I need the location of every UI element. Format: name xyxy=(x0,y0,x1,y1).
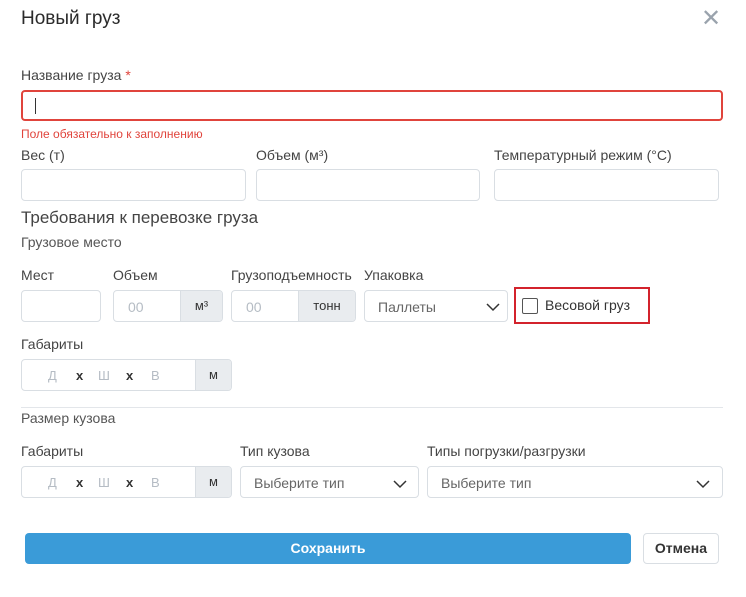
chevron-down-icon xyxy=(393,480,407,489)
loading-placeholder: Выберите тип xyxy=(441,475,532,491)
req-dims-input[interactable]: Д x Ш x В м xyxy=(21,359,232,391)
body-dims-label: Габариты xyxy=(21,443,84,459)
req-dims-w[interactable]: Ш xyxy=(98,368,110,383)
save-button[interactable]: Сохранить xyxy=(25,533,631,564)
chevron-down-icon xyxy=(696,480,710,489)
req-dims-sep-2: x xyxy=(126,368,134,383)
packaging-label: Упаковка xyxy=(364,267,424,283)
body-dims-sep-2: x xyxy=(126,475,134,490)
weight-input[interactable] xyxy=(21,169,246,201)
capacity-label: Грузоподъемность xyxy=(231,267,352,283)
cancel-button[interactable]: Отмена xyxy=(643,533,719,564)
packaging-value: Паллеты xyxy=(378,299,436,315)
checkbox-box[interactable] xyxy=(522,298,538,314)
req-dims-h[interactable]: В xyxy=(151,368,160,383)
text-cursor xyxy=(35,98,36,114)
body-type-label: Тип кузова xyxy=(240,443,310,459)
capacity-unit: тонн xyxy=(298,291,355,321)
requirements-title: Требования к перевозке груза xyxy=(21,208,259,227)
req-volume-label: Объем xyxy=(113,267,158,283)
req-dims-sep-1: x xyxy=(76,368,84,383)
req-dims-unit: м xyxy=(195,360,231,390)
volume-input[interactable] xyxy=(256,169,480,201)
weight-label: Вес (т) xyxy=(21,147,65,163)
body-dims-sep-1: x xyxy=(76,475,84,490)
body-dims-h[interactable]: В xyxy=(151,475,160,490)
loading-select[interactable]: Выберите тип xyxy=(427,466,723,498)
body-dims-unit: м xyxy=(195,467,231,497)
temperature-label: Температурный режим (°C) xyxy=(494,147,672,163)
req-volume-placeholder: 00 xyxy=(128,299,144,315)
body-dims-input[interactable]: Д x Ш x В м xyxy=(21,466,232,498)
cargo-name-error: Поле обязательно к заполнению xyxy=(21,127,203,141)
body-dims-w[interactable]: Ш xyxy=(98,475,110,490)
req-volume-input[interactable]: 00 м³ xyxy=(113,290,223,322)
temperature-input[interactable] xyxy=(494,169,719,201)
req-dims-label: Габариты xyxy=(21,336,84,352)
cargo-name-label-text: Название груза xyxy=(21,67,122,83)
req-dims-d[interactable]: Д xyxy=(48,368,57,383)
places-label: Мест xyxy=(21,267,55,283)
capacity-placeholder: 00 xyxy=(246,299,262,315)
body-type-select[interactable]: Выберите тип xyxy=(240,466,419,498)
body-size-title: Размер кузова xyxy=(21,410,116,426)
body-dims-d[interactable]: Д xyxy=(48,475,57,490)
places-input[interactable] xyxy=(21,290,101,322)
volume-label: Объем (м³) xyxy=(256,147,329,163)
chevron-down-icon xyxy=(486,303,500,312)
capacity-input[interactable]: 00 тонн xyxy=(231,290,356,322)
required-mark: * xyxy=(125,67,131,83)
weight-cargo-label: Весовой груз xyxy=(545,297,630,313)
cargo-name-label: Название груза * xyxy=(21,67,131,83)
body-type-placeholder: Выберите тип xyxy=(254,475,345,491)
cargo-name-input[interactable] xyxy=(21,90,723,121)
section-divider xyxy=(21,407,723,408)
packaging-select[interactable]: Паллеты xyxy=(364,290,508,322)
req-volume-unit: м³ xyxy=(180,291,222,321)
close-icon[interactable]: ✕ xyxy=(700,7,722,31)
dialog-title: Новый груз xyxy=(21,8,121,29)
loading-label: Типы погрузки/разгрузки xyxy=(427,443,586,459)
cargo-place-subtitle: Грузовое место xyxy=(21,234,122,250)
